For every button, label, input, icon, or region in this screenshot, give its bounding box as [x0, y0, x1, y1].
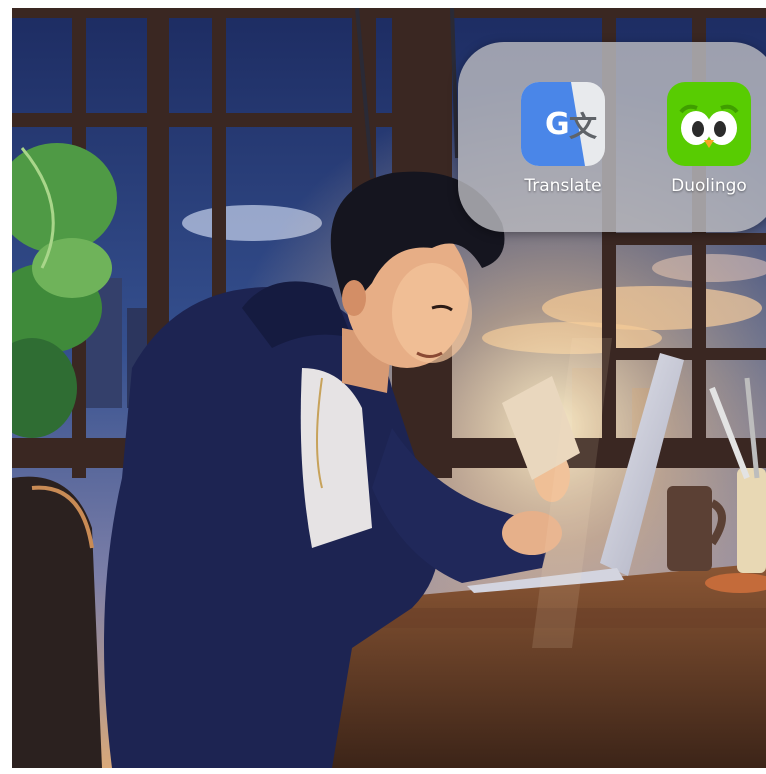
- translate-app[interactable]: G 文 Translate: [508, 82, 618, 196]
- google-translate-icon[interactable]: G 文: [521, 82, 605, 166]
- duolingo-app[interactable]: Duolingo: [654, 82, 764, 196]
- app-folder[interactable]: G 文 Translate Duolingo: [458, 42, 766, 232]
- translate-app-label: Translate: [524, 176, 602, 196]
- translate-glyph-cjk: 文: [569, 110, 597, 143]
- duolingo-app-label: Duolingo: [671, 176, 747, 196]
- home-screen: G 文 Translate Duolingo: [12, 8, 766, 768]
- translate-glyph-latin: G: [545, 107, 570, 142]
- duolingo-owl-icon[interactable]: [667, 82, 751, 166]
